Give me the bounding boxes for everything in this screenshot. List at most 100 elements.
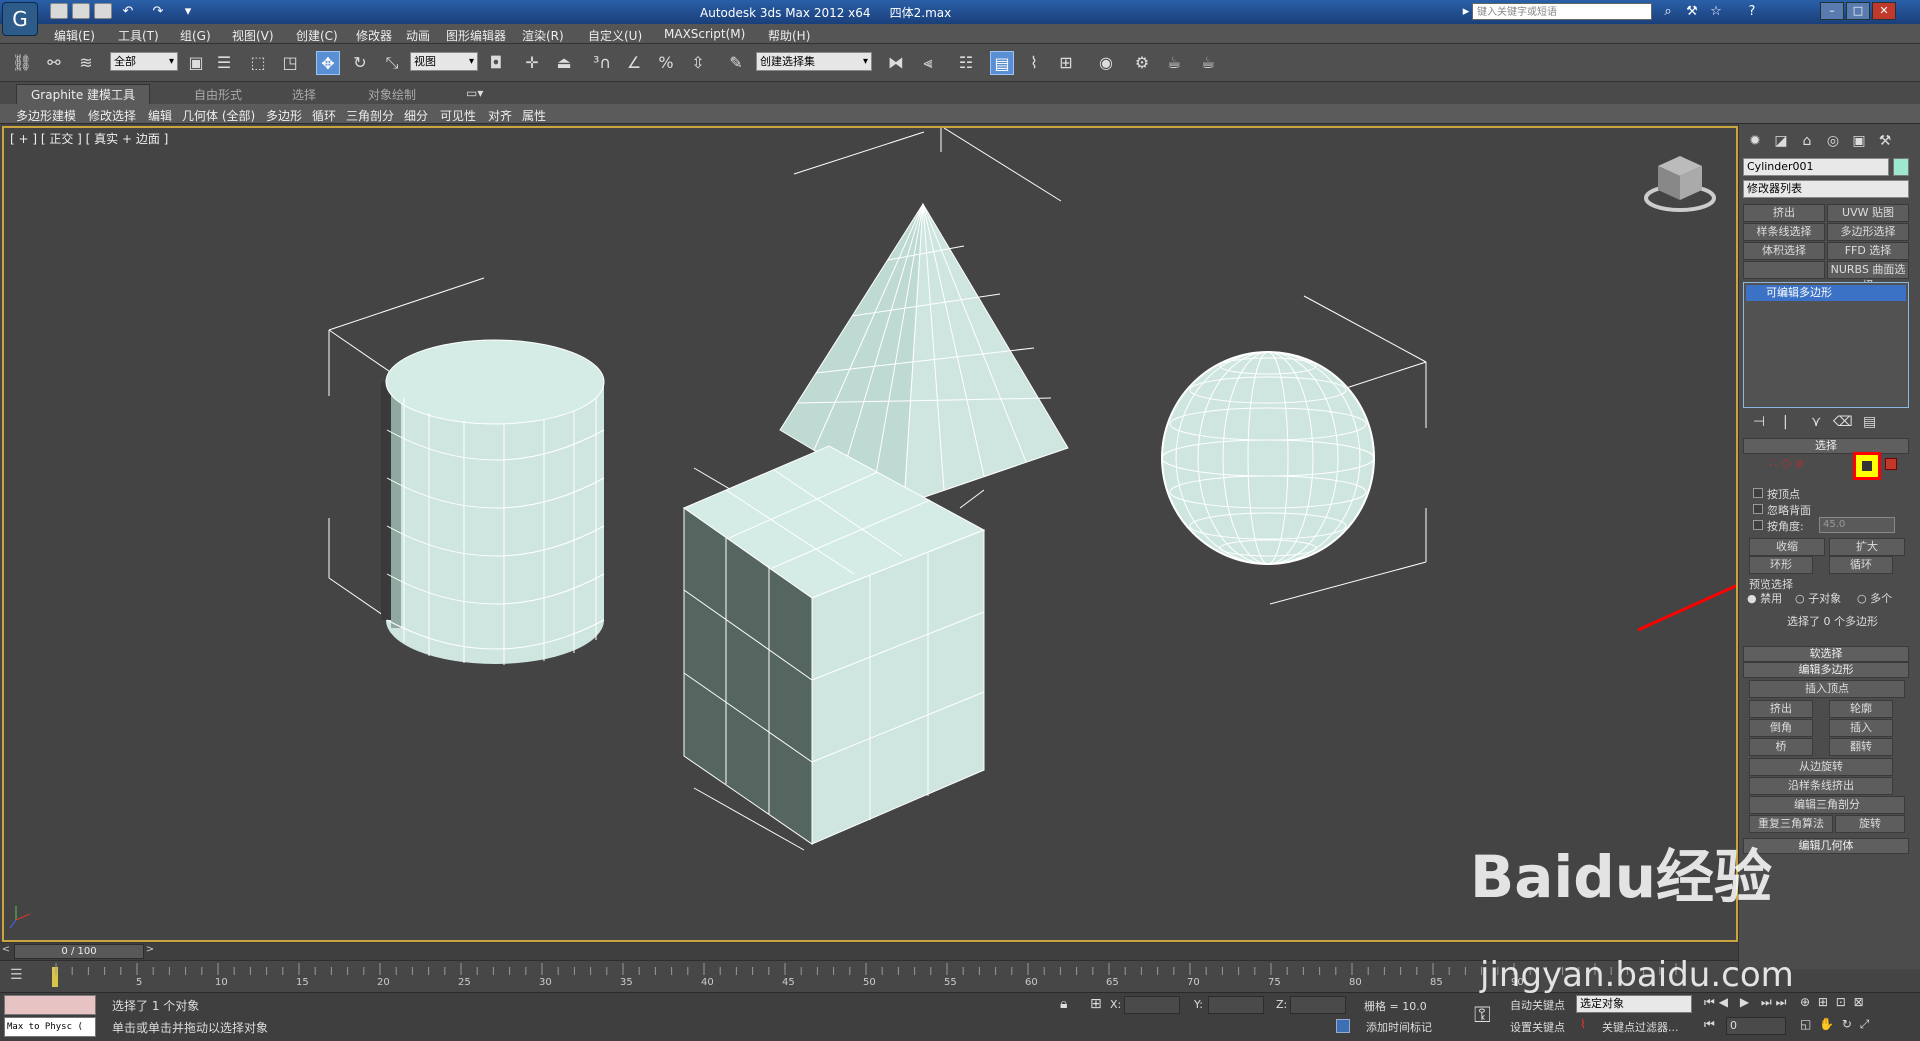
menu-views[interactable]: 视图(V) xyxy=(232,27,274,44)
menu-help[interactable]: 帮助(H) xyxy=(768,27,810,44)
modify-tab-icon[interactable]: ◪ xyxy=(1769,130,1793,152)
loop-button[interactable]: 循环 xyxy=(1829,556,1893,574)
select-object-icon[interactable]: ▣ xyxy=(184,51,208,75)
time-tag-icon[interactable] xyxy=(1336,1019,1350,1033)
favorites-icon[interactable]: ☆ xyxy=(1708,4,1724,20)
lock-selection-icon[interactable]: 🔒︎ xyxy=(1060,996,1067,1012)
percent-snap-icon[interactable]: % xyxy=(654,51,678,75)
extrude-button[interactable]: 挤出 xyxy=(1749,700,1813,718)
menu-create[interactable]: 创建(C) xyxy=(296,27,338,44)
scale-tool-icon[interactable]: ⤡ xyxy=(380,51,404,75)
preview-multi-radio[interactable]: ○ 多个 xyxy=(1857,590,1892,606)
bevel-button[interactable]: 倒角 xyxy=(1749,719,1813,737)
viewport-nav-controls[interactable]: ⊕ ⊞ ⊡ ⊠ xyxy=(1800,995,1866,1009)
y-coord-field[interactable] xyxy=(1208,996,1264,1014)
modifier-list-dropdown[interactable]: 修改器列表 xyxy=(1743,180,1909,198)
layer-manager-icon[interactable]: ☷ xyxy=(954,51,978,75)
configure-sets-icon[interactable]: ▤ xyxy=(1863,414,1876,430)
object-name-field[interactable]: Cylinder001 xyxy=(1743,158,1889,176)
key-icon[interactable]: ⚿ xyxy=(1474,1003,1491,1028)
pyramid-object[interactable] xyxy=(779,128,1069,505)
menu-animation[interactable]: 动画 xyxy=(406,27,430,44)
viewport-nav-controls-2[interactable]: ◱ ✋ ↻ ⤢ xyxy=(1800,1017,1871,1032)
keyboard-shortcut-icon[interactable]: ⏏ xyxy=(552,51,576,75)
menu-customize[interactable]: 自定义(U) xyxy=(588,27,642,44)
panel-edit[interactable]: 编辑 xyxy=(148,107,172,124)
absolute-mode-icon[interactable]: ⊞ xyxy=(1090,996,1102,1012)
snaps-toggle-icon[interactable]: ³∩ xyxy=(590,51,614,75)
menu-edit[interactable]: 编辑(E) xyxy=(54,27,95,44)
ring-button[interactable]: 环形 xyxy=(1749,556,1813,574)
modifier-nurbs-select-button[interactable]: NURBS 曲面选择 xyxy=(1827,261,1909,292)
pin-stack-icon[interactable]: ⊣ xyxy=(1753,414,1765,430)
menu-tools[interactable]: 工具(T) xyxy=(118,27,159,44)
track-bar[interactable]: ☰ 5 10 15 20 25 30 35 40 45 50 55 60 65 … xyxy=(0,960,1738,992)
menu-modifiers[interactable]: 修改器 xyxy=(356,27,392,44)
tools-icon[interactable]: ⚒ xyxy=(1684,4,1700,20)
bind-space-warp-icon[interactable]: ≋ xyxy=(74,51,98,75)
display-tab-icon[interactable]: ▣ xyxy=(1847,130,1871,152)
next-frame-arrow-icon[interactable]: > xyxy=(144,944,156,959)
panel-polygon-modeling[interactable]: 多边形建模 xyxy=(16,107,76,124)
z-coord-field[interactable] xyxy=(1290,996,1346,1014)
add-time-tag-label[interactable]: 添加时间标记 xyxy=(1366,1019,1432,1035)
set-key-button[interactable]: 设置关键点 xyxy=(1510,1019,1565,1035)
grow-button[interactable]: 扩大 xyxy=(1829,538,1905,556)
unlink-icon[interactable]: ⚯ xyxy=(42,51,66,75)
render-setup-icon[interactable]: ⚙ xyxy=(1130,51,1154,75)
edit-polygons-rollout-header[interactable]: 编辑多边形 xyxy=(1743,662,1909,678)
soft-selection-rollout-header[interactable]: 软选择 xyxy=(1743,646,1909,662)
menu-graph-editors[interactable]: 图形编辑器 xyxy=(446,27,506,44)
time-slider[interactable]: < 0 / 100 > xyxy=(0,942,1738,960)
prev-frame-arrow-icon[interactable]: < xyxy=(0,944,12,959)
tab-selection[interactable]: 选择 xyxy=(292,86,316,103)
modifier-spline-select-button[interactable]: 样条线选择 xyxy=(1743,223,1825,241)
panel-polygons[interactable]: 多边形 xyxy=(266,107,302,124)
align-icon[interactable]: ⫷ xyxy=(916,51,940,75)
insert-vertex-button[interactable]: 插入顶点 xyxy=(1749,680,1905,698)
manipulate-icon[interactable]: ✛ xyxy=(520,51,544,75)
tab-graphite-modeling[interactable]: Graphite 建模工具 xyxy=(16,84,151,104)
maxscript-listener-input[interactable]: Max to Physc ( xyxy=(4,1017,96,1037)
sphere-object[interactable] xyxy=(1161,295,1427,605)
minimize-button[interactable]: – xyxy=(1820,2,1844,20)
mirror-icon[interactable]: ⧓ xyxy=(884,51,908,75)
flip-button[interactable]: 翻转 xyxy=(1829,738,1893,756)
goto-start-icon[interactable]: ⏮ xyxy=(1704,1017,1715,1032)
auto-key-button[interactable]: 自动关键点 xyxy=(1510,997,1565,1013)
remove-modifier-icon[interactable]: ⌫ xyxy=(1833,414,1853,430)
app-logo-icon[interactable]: G xyxy=(2,2,38,36)
quick-access-dropdown-icon[interactable]: ▾ xyxy=(180,4,196,20)
modifier-uvw-map-button[interactable]: UVW 贴图 xyxy=(1827,204,1909,222)
show-end-result-icon[interactable]: | xyxy=(1783,414,1788,430)
menu-group[interactable]: 组(G) xyxy=(180,27,211,44)
object-color-swatch[interactable] xyxy=(1893,158,1909,176)
subobject-vertex-edge-icons[interactable]: ∴ ◇ ⌀ xyxy=(1769,456,1855,476)
panel-loops[interactable]: 循环 xyxy=(312,107,336,124)
pivot-center-icon[interactable]: ◘ xyxy=(484,51,508,75)
make-unique-icon[interactable]: ⋎ xyxy=(1811,414,1821,430)
panel-geometry-all[interactable]: 几何体 (全部) xyxy=(182,107,255,124)
edit-triangulation-button[interactable]: 编辑三角剖分 xyxy=(1749,796,1905,814)
selection-rollout-header[interactable]: 选择 xyxy=(1743,438,1909,454)
by-angle-spinner[interactable]: 45.0 xyxy=(1819,517,1895,533)
ignore-backfacing-checkbox[interactable] xyxy=(1753,504,1763,514)
x-coord-field[interactable] xyxy=(1124,996,1180,1014)
cylinder-object[interactable] xyxy=(328,277,605,665)
current-frame-field[interactable]: 0 xyxy=(1726,1017,1786,1035)
modifier-stack-list[interactable]: 可编辑多边形 xyxy=(1743,282,1909,408)
modifier-vol-select-button[interactable]: 体积选择 xyxy=(1743,242,1825,260)
link-icon[interactable]: ⛓ xyxy=(10,51,34,75)
help-search-input[interactable]: 键入关键字或短语 xyxy=(1472,3,1652,20)
box-object[interactable] xyxy=(682,445,986,851)
tab-object-paint[interactable]: 对象绘制 xyxy=(368,86,416,103)
panel-align[interactable]: 对齐 xyxy=(488,107,512,124)
outline-button[interactable]: 轮廓 xyxy=(1829,700,1893,718)
inset-button[interactable]: 插入 xyxy=(1829,719,1893,737)
extrude-along-spline-button[interactable]: 沿样条线挤出 xyxy=(1749,777,1893,795)
key-mode-dropdown[interactable]: 选定对象 xyxy=(1576,995,1692,1013)
stack-item-editable-poly[interactable]: 可编辑多边形 xyxy=(1746,285,1906,301)
modifier-poly-select-button[interactable]: 多边形选择 xyxy=(1827,223,1909,241)
selection-filter-dropdown[interactable]: 全部 xyxy=(110,52,178,71)
named-selection-dropdown[interactable]: 创建选择集 xyxy=(756,52,872,71)
